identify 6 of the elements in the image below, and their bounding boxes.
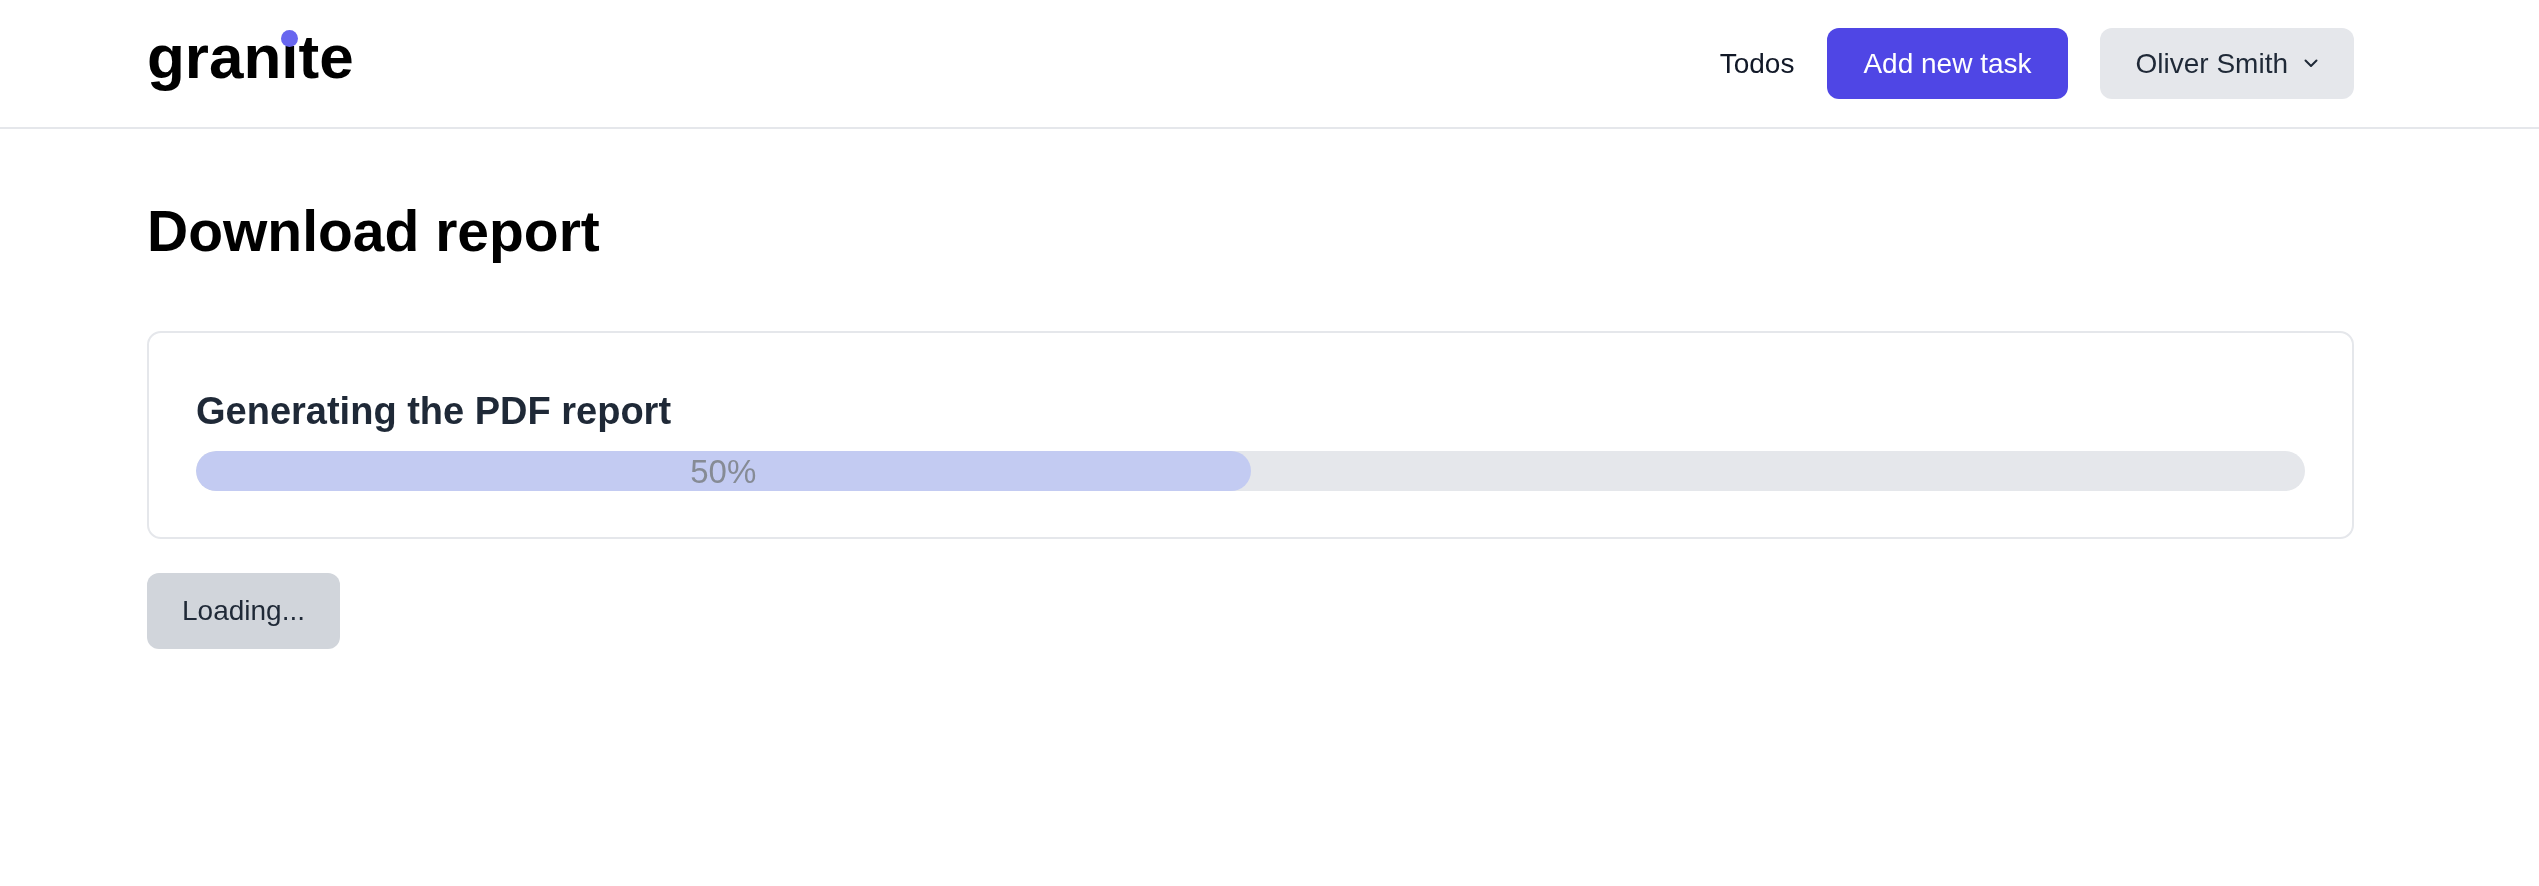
add-task-button[interactable]: Add new task — [1827, 28, 2068, 99]
card-heading: Generating the PDF report — [196, 392, 672, 430]
user-menu-button[interactable]: Oliver Smith — [2099, 28, 2354, 99]
chevron-down-icon — [2304, 59, 2318, 68]
progress-percent: 50% — [690, 454, 757, 488]
todos-link[interactable]: Todos — [1719, 49, 1795, 78]
